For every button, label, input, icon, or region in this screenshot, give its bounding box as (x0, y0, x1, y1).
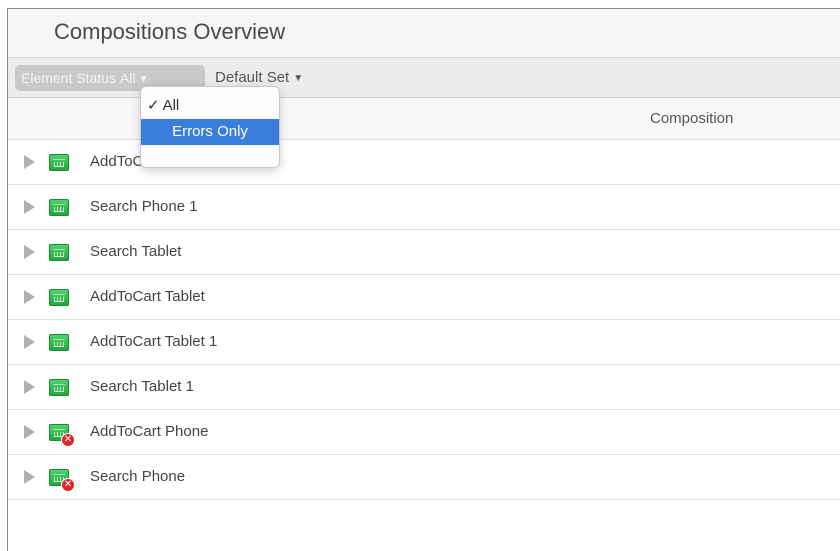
table-row[interactable]: Search Tablet (8, 230, 840, 275)
title-bar: Compositions Overview (8, 9, 840, 57)
app-status-icon (49, 154, 69, 171)
compositions-list: AddToCart Phone 1 Search Phone 1 Search Ta… (8, 140, 840, 500)
menu-item-label: All (162, 97, 180, 114)
table-row[interactable]: AddToCart Tablet 1 (8, 320, 840, 365)
table-row[interactable]: ✕ AddToCart Phone (8, 410, 840, 455)
chevron-down-icon: ▼ (293, 73, 304, 84)
column-header-composition[interactable]: Composition (650, 110, 733, 127)
composition-name: Search Tablet 1 (90, 378, 194, 395)
disclosure-triangle-icon[interactable] (24, 245, 35, 259)
table-row[interactable]: Search Phone 1 (8, 185, 840, 230)
composition-name: Search Phone 1 (90, 198, 198, 215)
error-badge-icon: ✕ (61, 433, 75, 447)
app-status-icon (49, 379, 69, 396)
disclosure-triangle-icon[interactable] (24, 425, 35, 439)
table-row[interactable]: AddToCart Tablet (8, 275, 840, 320)
disclosure-triangle-icon[interactable] (24, 380, 35, 394)
menu-item-label: Errors Only (172, 123, 248, 140)
composition-name: AddToCart Tablet (90, 288, 205, 305)
composition-name: AddToCart Tablet 1 (90, 333, 218, 350)
disclosure-triangle-icon[interactable] (24, 470, 35, 484)
disclosure-triangle-icon[interactable] (24, 290, 35, 304)
disclosure-triangle-icon[interactable] (24, 155, 35, 169)
disclosure-triangle-icon[interactable] (24, 200, 35, 214)
composition-name: Search Phone (90, 468, 186, 485)
chevron-down-icon: ▼ (138, 74, 149, 85)
table-header: Composition (8, 98, 840, 140)
menu-item-all[interactable]: ✓ All (141, 93, 279, 119)
disclosure-triangle-icon[interactable] (24, 335, 35, 349)
app-status-icon (49, 244, 69, 261)
app-status-icon (49, 199, 69, 216)
composition-name: AddToCart Phone (90, 423, 209, 440)
app-status-icon (49, 289, 69, 306)
element-status-label: Element Status (21, 70, 116, 86)
element-status-value: All (119, 70, 136, 86)
menu-item-errors-only[interactable]: Errors Only (141, 119, 279, 145)
element-status-dropdown-menu: ✓ All Errors Only (140, 86, 280, 168)
composition-name: Search Tablet (90, 243, 182, 260)
page-title: Compositions Overview (54, 19, 286, 44)
app-status-icon (49, 334, 69, 351)
table-row[interactable]: AddToCart Phone 1 (8, 140, 840, 185)
table-row[interactable]: Search Tablet 1 (8, 365, 840, 410)
checkmark-icon: ✓ (147, 97, 160, 114)
default-set-label: Default Set (215, 69, 290, 86)
table-row[interactable]: ✕ Search Phone (8, 455, 840, 500)
filter-toolbar: Element Status All ▼ Default Set ▼ (8, 57, 840, 98)
error-badge-icon: ✕ (61, 478, 75, 492)
app-window: Compositions Overview Element Status All ▼… (7, 8, 840, 551)
